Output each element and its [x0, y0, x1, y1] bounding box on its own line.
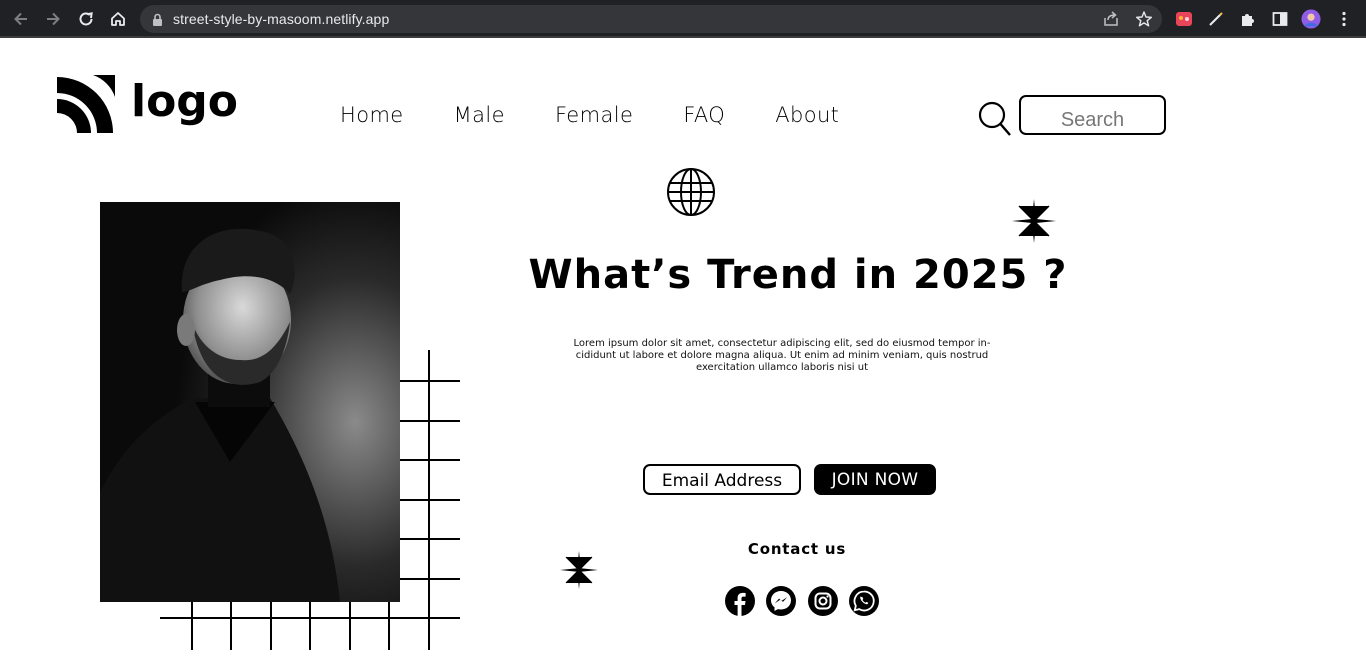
whatsapp-icon[interactable] — [849, 586, 879, 616]
search-icon[interactable] — [978, 101, 1012, 141]
nav-home[interactable]: Home — [340, 103, 404, 127]
hero-description: Lorem ipsum dolor sit amet, consectetur … — [573, 338, 991, 373]
nav-about[interactable]: About — [775, 103, 839, 127]
side-panel-icon[interactable] — [1270, 9, 1290, 29]
wave-logo-icon — [57, 75, 115, 133]
site-logo[interactable]: logo — [57, 75, 238, 133]
facebook-icon[interactable] — [725, 586, 755, 616]
profile-avatar[interactable] — [1301, 9, 1321, 29]
contact-title: Contact us — [747, 540, 847, 558]
join-now-button[interactable]: JOIN NOW — [814, 464, 936, 495]
home-button[interactable] — [106, 7, 130, 31]
browser-menu-icon[interactable] — [1334, 9, 1354, 29]
sparkle-star-icon-2 — [560, 551, 598, 593]
share-icon[interactable] — [1102, 10, 1120, 32]
main-nav: Home Male Female FAQ About — [340, 103, 839, 127]
nav-male[interactable]: Male — [454, 103, 505, 127]
messenger-icon[interactable] — [766, 586, 796, 616]
extensions-puzzle-icon[interactable] — [1238, 9, 1258, 29]
nav-faq[interactable]: FAQ — [683, 103, 725, 127]
reload-button[interactable] — [74, 7, 98, 31]
hero-headline: What’s Trend in 2025 ? — [528, 252, 1068, 298]
nav-female[interactable]: Female — [555, 103, 633, 127]
logo-text: logo — [131, 75, 239, 127]
email-field[interactable] — [643, 464, 801, 495]
sparkle-star-icon — [1012, 199, 1056, 247]
extension-red-icon[interactable] — [1174, 9, 1194, 29]
address-bar[interactable]: street-style-by-masoom.netlify.app — [140, 5, 1162, 33]
browser-toolbar: street-style-by-masoom.netlify.app — [0, 0, 1366, 38]
forward-button[interactable] — [41, 7, 65, 31]
globe-icon — [666, 167, 716, 221]
grid-decoration — [160, 350, 460, 650]
pen-extension-icon[interactable] — [1206, 9, 1226, 29]
instagram-icon[interactable] — [808, 586, 838, 616]
lock-icon[interactable] — [152, 12, 163, 31]
url-text[interactable]: street-style-by-masoom.netlify.app — [173, 11, 389, 27]
search-input[interactable] — [1019, 95, 1166, 135]
bookmark-star-icon[interactable] — [1135, 10, 1153, 32]
back-button[interactable] — [9, 7, 33, 31]
